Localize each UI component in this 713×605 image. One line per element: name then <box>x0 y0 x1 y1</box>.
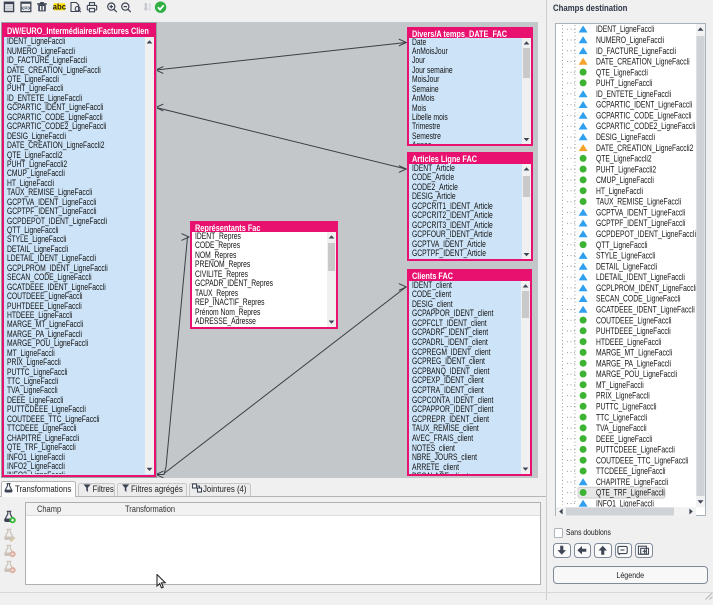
svg-text:abc: abc <box>53 2 67 11</box>
svg-text:Jointures (4): Jointures (4) <box>203 484 247 495</box>
svg-text:Transformations: Transformations <box>15 484 71 495</box>
svg-text:x¤x: x¤x <box>21 5 32 12</box>
svg-text:Filtres: Filtres <box>93 484 114 495</box>
svg-text:Filtres agrégés: Filtres agrégés <box>131 484 183 495</box>
